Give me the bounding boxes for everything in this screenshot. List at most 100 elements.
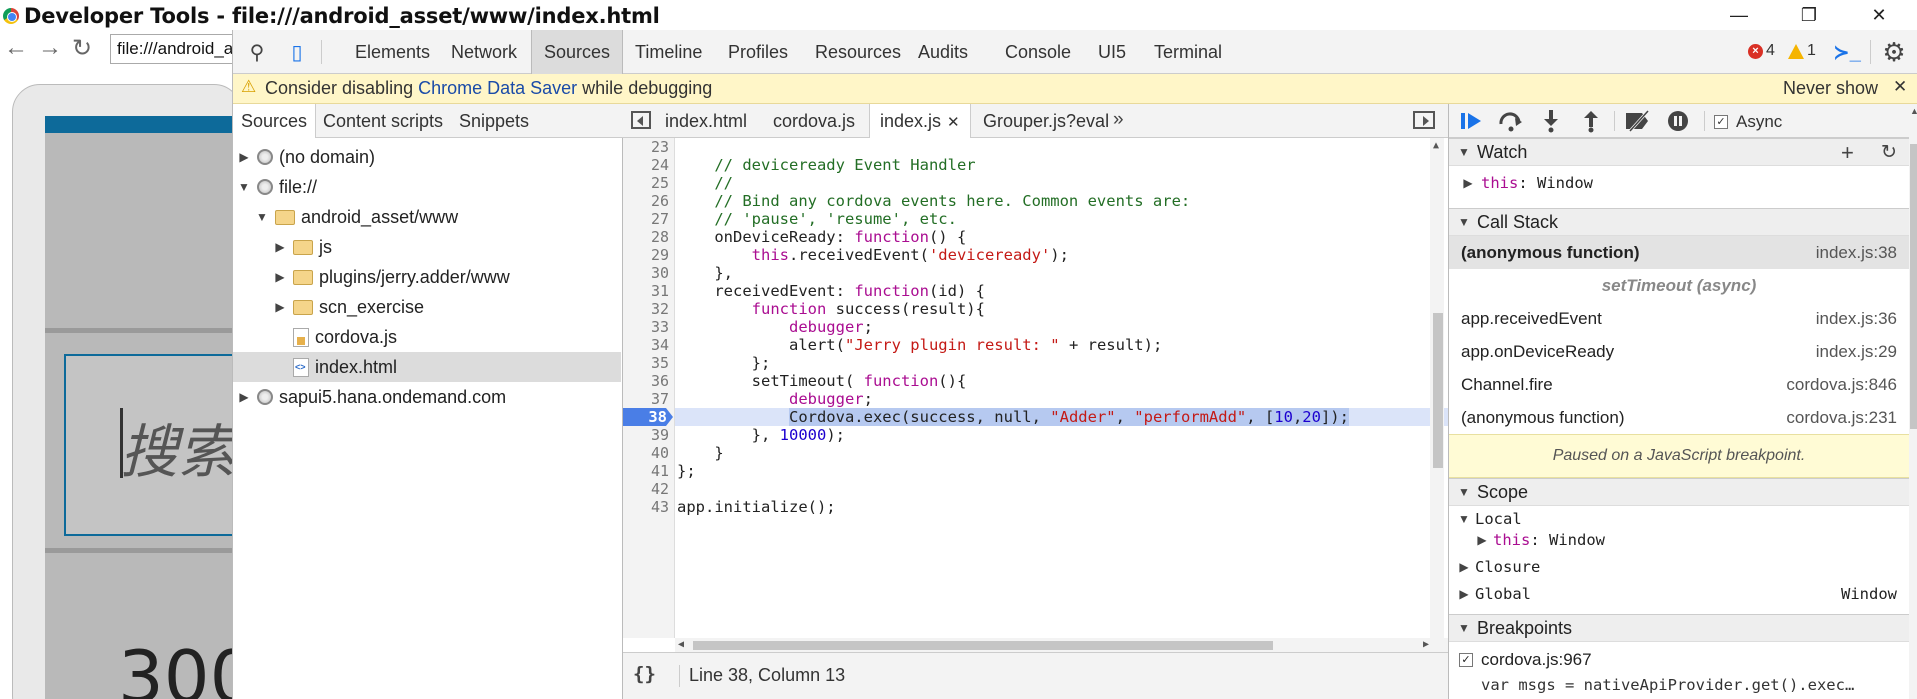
call-frame[interactable]: (anonymous function) cordova.js:231 — [1449, 401, 1909, 434]
line-number[interactable]: 40 — [623, 444, 669, 462]
code-line[interactable]: } — [677, 444, 723, 462]
expand-triangle-icon[interactable]: ▶ — [273, 240, 287, 254]
scope-pane-header[interactable]: ▼ Scope — [1449, 478, 1909, 506]
line-number[interactable]: 39 — [623, 426, 669, 444]
tab-audits[interactable]: Audits — [906, 30, 980, 74]
error-counter[interactable]: × 4 — [1748, 42, 1775, 60]
warning-counter[interactable]: 1 — [1788, 42, 1816, 60]
breakpoints-pane-header[interactable]: ▼ Breakpoints — [1449, 614, 1909, 642]
code-line[interactable]: // deviceready Event Handler — [677, 156, 975, 174]
sidebar-scroll-thumb[interactable] — [1910, 144, 1917, 429]
breakpoint-marker[interactable]: 38 — [623, 408, 673, 426]
line-number[interactable]: 32 — [623, 300, 669, 318]
call-frame[interactable]: Channel.fire cordova.js:846 — [1449, 368, 1909, 401]
editor-tab-cordova-js[interactable]: cordova.js — [763, 104, 865, 138]
line-number[interactable]: 42 — [623, 480, 669, 498]
tab-profiles[interactable]: Profiles — [716, 30, 800, 74]
search-icon[interactable]: ⚲ — [241, 36, 273, 68]
tab-ui5[interactable]: UI5 — [1086, 30, 1138, 74]
tree-item[interactable]: ▶ sapui5.hana.ondemand.com — [233, 382, 621, 412]
tab-sources[interactable]: Sources — [531, 30, 624, 74]
breakpoint-item[interactable]: ✓ cordova.js:967 — [1459, 650, 1592, 670]
tree-item[interactable]: ▶ js — [233, 232, 621, 262]
call-frame-location[interactable]: cordova.js:846 — [1786, 375, 1897, 395]
call-frame-location[interactable]: index.js:36 — [1816, 309, 1897, 329]
call-frame-location[interactable]: index.js:38 — [1816, 243, 1897, 263]
expand-triangle-icon[interactable]: ▶ — [273, 270, 287, 284]
restore-button[interactable]: ❐ — [1780, 0, 1838, 30]
code-line[interactable]: Cordova.exec(success, null, "Adder", "pe… — [677, 408, 1349, 426]
step-out-icon[interactable] — [1577, 108, 1605, 134]
line-number[interactable]: 26 — [623, 192, 669, 210]
data-saver-link[interactable]: Chrome Data Saver — [418, 78, 577, 98]
code-line[interactable]: // 'pause', 'resume', etc. — [677, 210, 957, 228]
watch-expression[interactable]: ▶ this: Window — [1461, 174, 1593, 192]
async-checkbox[interactable]: ✓ — [1714, 115, 1728, 129]
horizontal-scroll-thumb[interactable] — [693, 641, 1273, 650]
step-into-icon[interactable] — [1537, 108, 1565, 134]
device-mode-icon[interactable]: ▯ — [281, 36, 313, 68]
code-line[interactable]: this.receivedEvent('deviceready'); — [677, 246, 1069, 264]
line-number[interactable]: 27 — [623, 210, 669, 228]
scroll-left-icon[interactable]: ◀ — [678, 639, 684, 650]
code-line[interactable]: setTimeout( function(){ — [677, 372, 967, 390]
line-number[interactable]: 43 — [623, 498, 669, 516]
nav-tab-snippets[interactable]: Snippets — [451, 104, 537, 138]
tree-item[interactable]: ▼ android_asset/www — [233, 202, 621, 232]
editor-tab-index-html[interactable]: index.html — [655, 104, 757, 138]
tree-item[interactable]: ▶ plugins/jerry.adder/www — [233, 262, 621, 292]
expand-triangle-icon[interactable]: ▶ — [237, 390, 251, 404]
line-number[interactable]: 30 — [623, 264, 669, 282]
code-line[interactable]: }; — [677, 354, 771, 372]
scope-this[interactable]: ▶ this: Window — [1475, 531, 1605, 549]
line-number[interactable]: 23 — [623, 138, 669, 156]
tab-network[interactable]: Network — [439, 30, 529, 74]
tab-resources[interactable]: Resources — [803, 30, 913, 74]
callstack-pane-header[interactable]: ▼ Call Stack — [1449, 208, 1909, 236]
call-frame-location[interactable]: cordova.js:231 — [1786, 408, 1897, 428]
scope-local[interactable]: ▼ Local — [1457, 510, 1522, 528]
console-drawer-icon[interactable]: ≻_ — [1831, 36, 1863, 68]
tree-item[interactable]: ▶ scn_exercise — [233, 292, 621, 322]
step-over-icon[interactable] — [1497, 108, 1525, 134]
code-line[interactable]: // — [677, 174, 733, 192]
forward-button[interactable]: → — [38, 34, 62, 62]
code-line[interactable]: receivedEvent: function(id) { — [677, 282, 985, 300]
call-frame[interactable]: app.receivedEvent index.js:36 — [1449, 302, 1909, 335]
back-button[interactable]: ← — [4, 34, 28, 62]
collapse-triangle-icon[interactable]: ▼ — [255, 210, 269, 224]
tab-elements[interactable]: Elements — [343, 30, 442, 74]
tree-item[interactable]: cordova.js — [233, 322, 621, 352]
code-line[interactable]: app.initialize(); — [677, 498, 836, 516]
pretty-print-icon[interactable]: {} — [633, 663, 656, 685]
settings-gear-icon[interactable]: ⚙ — [1878, 36, 1910, 68]
line-number[interactable]: 24 — [623, 156, 669, 174]
code-line[interactable]: function success(result){ — [677, 300, 985, 318]
scroll-up-icon[interactable]: ▲ — [1910, 106, 1917, 116]
close-tab-icon[interactable]: ✕ — [947, 114, 960, 131]
tree-item[interactable]: ▼ file:// — [233, 172, 621, 202]
code-line[interactable]: // Bind any cordova events here. Common … — [677, 192, 1190, 210]
code-line[interactable]: debugger; — [677, 390, 873, 408]
scope-global[interactable]: ▶ Global Window — [1457, 585, 1897, 603]
nav-tab-content-scripts[interactable]: Content scripts — [315, 104, 451, 138]
add-watch-button[interactable]: + — [1841, 140, 1854, 166]
expand-triangle-icon[interactable]: ▶ — [237, 150, 251, 164]
call-frame[interactable]: app.onDeviceReady index.js:29 — [1449, 335, 1909, 368]
code-line[interactable]: alert("Jerry plugin result: " + result); — [677, 336, 1162, 354]
tab-console[interactable]: Console — [993, 30, 1083, 74]
line-number[interactable]: 34 — [623, 336, 669, 354]
tab-timeline[interactable]: Timeline — [623, 30, 714, 74]
refresh-watch-button[interactable]: ↻ — [1881, 141, 1897, 164]
code-line[interactable]: }, 10000); — [677, 426, 845, 444]
never-show-link[interactable]: Never show — [1783, 78, 1878, 99]
line-number[interactable]: 29 — [623, 246, 669, 264]
line-number[interactable]: 36 — [623, 372, 669, 390]
line-number[interactable]: 25 — [623, 174, 669, 192]
nav-tab-sources[interactable]: Sources — [233, 104, 317, 138]
line-number[interactable]: 31 — [623, 282, 669, 300]
tab-terminal[interactable]: Terminal — [1142, 30, 1234, 74]
breakpoint-checkbox[interactable]: ✓ — [1459, 653, 1473, 667]
code-area[interactable]: 23 24 25 26 27 28 29 30 31 32 33 34 35 36 37 39 40 41 42 43… — [623, 138, 1448, 652]
resume-icon[interactable] — [1457, 108, 1485, 134]
